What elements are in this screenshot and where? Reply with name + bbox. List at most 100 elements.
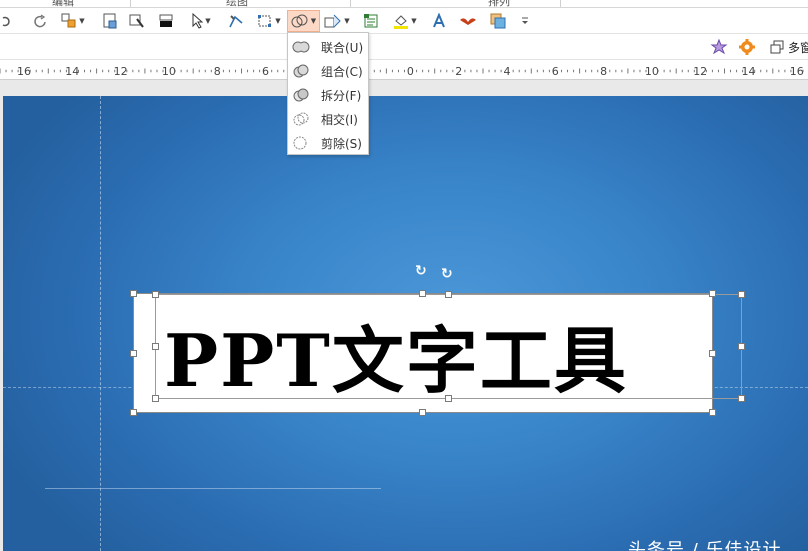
ribbon-group-strip: 编辑 绘图 排列 <box>0 0 808 8</box>
crop-button[interactable] <box>100 10 120 32</box>
bird-icon <box>459 14 477 28</box>
resize-handle[interactable] <box>130 350 137 357</box>
ruler-label: 8 <box>600 65 607 78</box>
magic-button[interactable] <box>708 36 730 58</box>
resize-handle[interactable] <box>130 290 137 297</box>
slide-canvas[interactable]: PPT文字工具 ↻ ↻ 头条号 / 乐佳设计 <box>3 96 808 551</box>
arrange-button[interactable]: ▼ <box>58 10 88 32</box>
crop-icon <box>102 13 118 29</box>
text-effect-button[interactable] <box>430 10 448 32</box>
arrange-icon <box>61 13 77 29</box>
resize-handle[interactable] <box>709 409 716 416</box>
fragment-icon <box>291 85 311 105</box>
resize-handle[interactable] <box>738 291 745 298</box>
ruler-label: 16 <box>17 65 31 78</box>
menu-item-union[interactable]: 联合(U) <box>289 35 368 59</box>
ruler-label: 4 <box>504 65 511 78</box>
ruler-label: 6 <box>262 65 269 78</box>
chevron-down-icon: ▼ <box>275 17 281 25</box>
ruler-label: 12 <box>693 65 707 78</box>
menu-item-fragment[interactable]: 拆分(F) <box>289 83 368 107</box>
resize-handle[interactable] <box>738 395 745 402</box>
select-button[interactable]: ▼ <box>188 10 214 32</box>
resize-handle[interactable] <box>152 343 159 350</box>
menu-item-combine[interactable]: 组合(C) <box>289 59 368 83</box>
fill-black-button[interactable] <box>156 10 176 32</box>
resize-handle[interactable] <box>445 291 452 298</box>
merge-shapes-icon <box>291 13 309 29</box>
undo-button[interactable] <box>0 10 12 32</box>
menu-item-label: 相交(I) <box>321 112 358 127</box>
edit-points-button[interactable]: ▼ <box>254 10 284 32</box>
ribbon-separator <box>560 0 561 7</box>
resize-handle[interactable] <box>419 409 426 416</box>
ruler-label: 14 <box>742 65 756 78</box>
decorative-line <box>45 488 381 489</box>
resize-handle[interactable] <box>709 350 716 357</box>
vertical-guide[interactable] <box>100 96 101 551</box>
menu-item-label: 拆分(F) <box>321 88 362 103</box>
more-icon <box>520 15 530 27</box>
chevron-down-icon: ▼ <box>79 17 85 25</box>
ruler-label: 2 <box>455 65 462 78</box>
magic-wand-icon <box>710 38 728 56</box>
customize-toolbar-button[interactable] <box>518 10 532 32</box>
ribbon-separator <box>130 0 131 7</box>
menu-item-subtract[interactable]: 剪除(S) <box>289 131 368 155</box>
ruler-label: 16 <box>790 65 804 78</box>
resize-handle[interactable] <box>130 409 137 416</box>
align-icon <box>363 13 379 29</box>
resize-handle[interactable] <box>419 290 426 297</box>
ribbon-separator <box>350 0 351 7</box>
selected-shape-outline[interactable] <box>155 294 742 399</box>
format-painter-icon <box>129 13 145 29</box>
square-icon <box>490 13 506 29</box>
bird-button[interactable] <box>458 10 478 32</box>
text-effect-icon <box>432 13 446 29</box>
watermark-text: 头条号 / 乐佳设计 <box>628 540 782 551</box>
ruler-label: 14 <box>65 65 79 78</box>
fill-black-icon <box>158 13 174 29</box>
menu-item-label: 剪除(S) <box>321 136 362 151</box>
resize-handle[interactable] <box>152 291 159 298</box>
editing-workspace: PPT文字工具 ↻ ↻ 头条号 / 乐佳设计 <box>0 80 808 551</box>
subtract-icon <box>291 133 311 153</box>
ruler-scale: 1614121086420246810121416 <box>0 65 804 78</box>
freeform-button[interactable]: ▼ <box>322 10 352 32</box>
settings-button[interactable] <box>736 36 758 58</box>
multi-window-button[interactable] <box>768 36 786 58</box>
ruler-label: 6 <box>552 65 559 78</box>
ruler-label: 0 <box>407 65 414 78</box>
shape-edit-button[interactable] <box>226 10 246 32</box>
square-button[interactable] <box>488 10 508 32</box>
chevron-down-icon: ▼ <box>344 17 350 25</box>
resize-handle[interactable] <box>445 395 452 402</box>
ruler-label: 8 <box>214 65 221 78</box>
merge-shapes-button[interactable]: ▼ <box>287 10 320 32</box>
resize-handle[interactable] <box>738 343 745 350</box>
align-button[interactable] <box>360 10 382 32</box>
highlight-fill-icon <box>393 13 409 29</box>
menu-item-label: 联合(U) <box>321 40 364 55</box>
chevron-down-icon: ▼ <box>310 17 317 25</box>
freeform-icon <box>324 13 342 29</box>
window-icon <box>770 40 784 54</box>
select-icon <box>191 13 204 29</box>
format-painter-button[interactable] <box>127 10 147 32</box>
rotate-handle-icon[interactable]: ↻ <box>441 266 453 282</box>
resize-handle[interactable] <box>152 395 159 402</box>
union-icon <box>291 37 311 57</box>
resize-handle[interactable] <box>709 290 716 297</box>
rotate-handle-icon[interactable]: ↻ <box>415 263 427 279</box>
shape-edit-icon <box>228 13 244 29</box>
undo-icon <box>1 14 11 28</box>
gear-icon <box>738 38 756 56</box>
redo-button[interactable] <box>30 10 50 32</box>
ruler-label: 12 <box>114 65 128 78</box>
merge-shapes-menu: 联合(U) 组合(C) 拆分(F) 相交(I) 剪除(S) <box>287 32 369 155</box>
menu-item-intersect[interactable]: 相交(I) <box>289 107 368 131</box>
intersect-icon <box>291 109 311 129</box>
menu-item-label: 组合(C) <box>321 64 363 79</box>
horizontal-ruler[interactable]: 1614121086420246810121416 <box>0 62 808 80</box>
highlight-fill-button[interactable]: ▼ <box>390 10 420 32</box>
